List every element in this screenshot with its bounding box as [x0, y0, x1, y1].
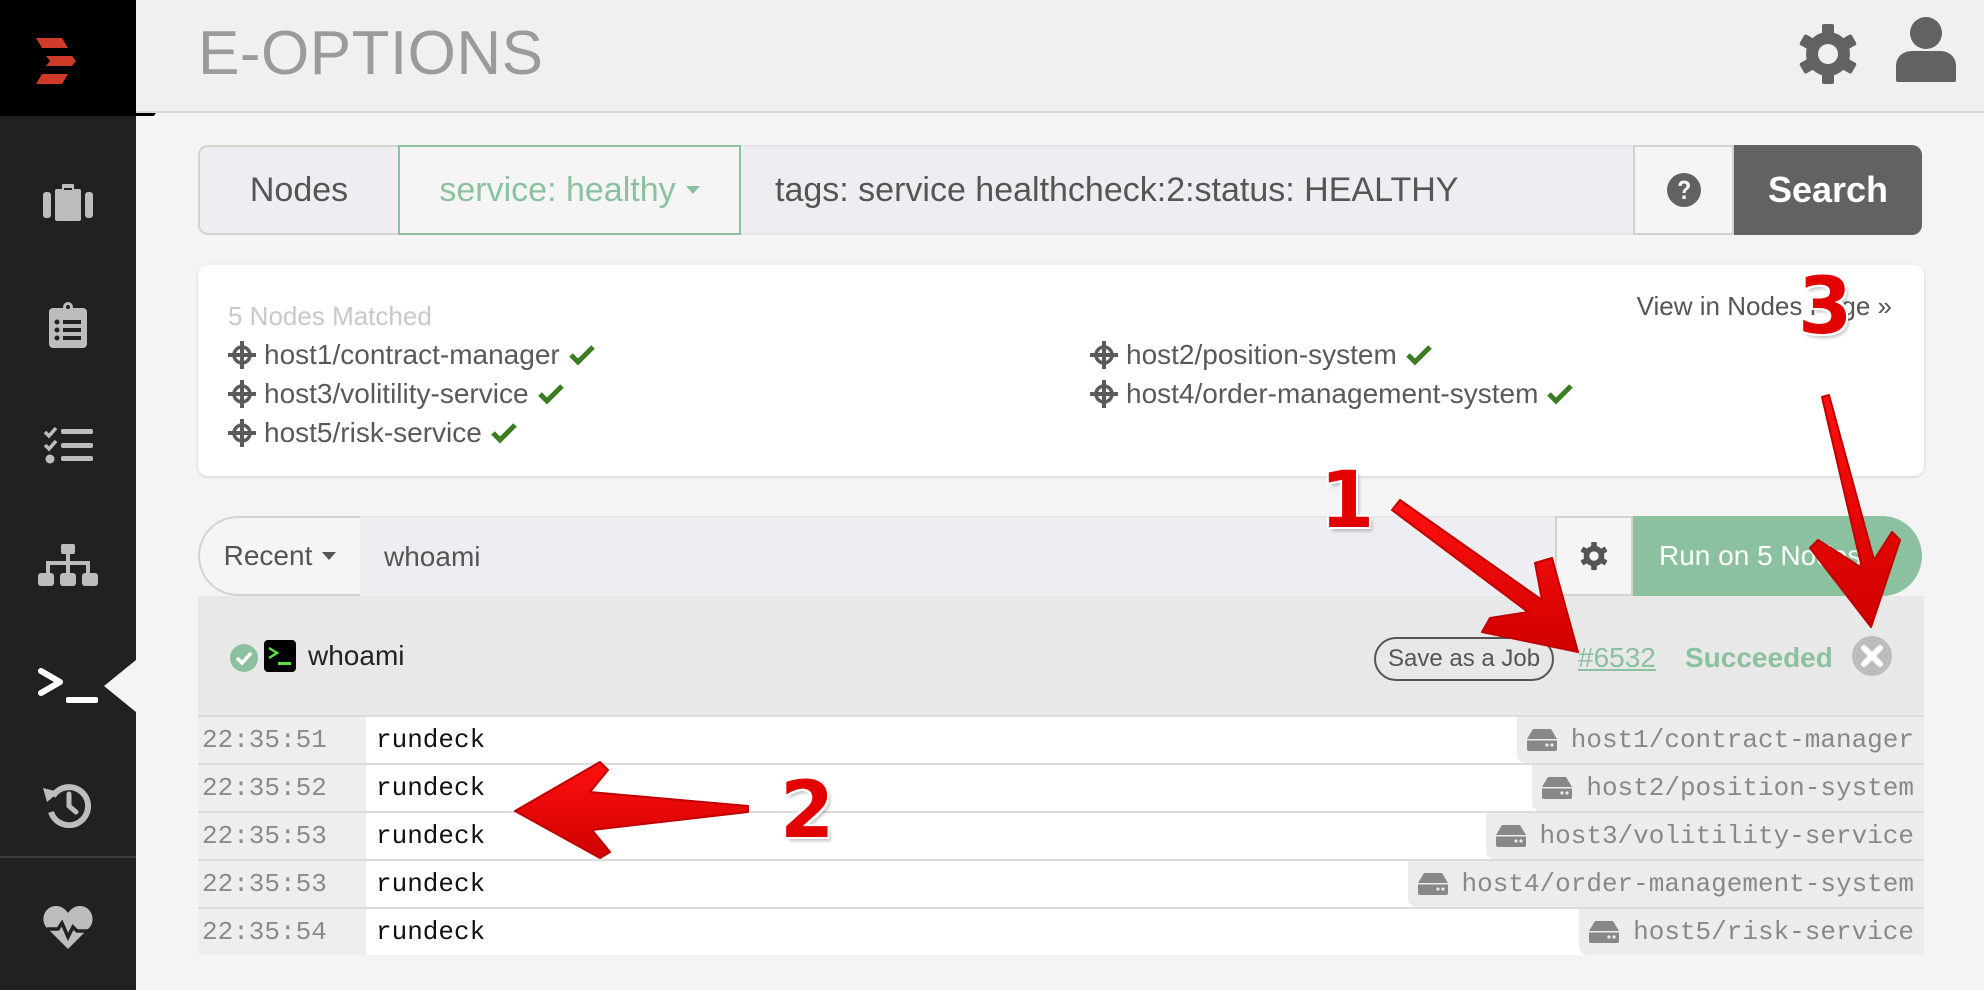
server-icon [1589, 921, 1620, 943]
output-row: 22:35:53 rundeck host4/order-management-… [198, 859, 1924, 907]
clipboard-icon [49, 302, 87, 348]
execution-header: whoami Save as a Job #6532 Succeeded [198, 596, 1924, 715]
output-row: 22:35:54 rundeck host5/risk-service [198, 907, 1924, 955]
saved-filter-dropdown[interactable]: service: healthy [398, 145, 741, 235]
command-value: whoami [384, 541, 481, 572]
server-icon [1526, 729, 1557, 751]
output-time: 22:35:52 [198, 765, 366, 811]
search-button[interactable]: Search [1734, 145, 1922, 235]
nav-divider [0, 856, 136, 858]
page-header: E-OPTIONS [136, 0, 1984, 113]
node-name: host5/risk-service [264, 417, 482, 448]
execution-title: whoami [308, 640, 405, 671]
output-node[interactable]: host4/order-management-system [1407, 861, 1924, 907]
save-as-job-button[interactable]: Save as a Job [1374, 637, 1555, 681]
command-options-button[interactable] [1555, 516, 1633, 596]
heartbeat-icon [43, 906, 93, 949]
command-bar: Recent whoami Run on 5 Nodes [198, 516, 1922, 596]
crosshairs-icon [1090, 341, 1118, 369]
matched-node[interactable]: host4/order-management-system [1090, 378, 1574, 410]
nodes-label: Nodes [198, 145, 398, 235]
rundeck-logo[interactable] [36, 38, 78, 84]
crosshairs-icon [228, 341, 256, 369]
view-in-nodes-page-link[interactable]: View in Nodes Page » [1637, 291, 1892, 322]
sidebar-item-jobs-list[interactable] [0, 395, 136, 495]
user-profile-icon[interactable] [1896, 16, 1956, 84]
output-node[interactable]: host5/risk-service [1579, 909, 1924, 955]
matched-nodes-panel: 5 Nodes Matched View in Nodes Page » hos… [198, 265, 1924, 476]
run-on-nodes-button[interactable]: Run on 5 Nodes [1633, 516, 1922, 596]
output-row: 22:35:51 rundeck host1/contract-manager [198, 715, 1924, 763]
matched-count: 5 Nodes Matched [228, 301, 432, 331]
close-circle-icon[interactable] [1852, 636, 1892, 676]
output-node[interactable]: host1/contract-manager [1516, 717, 1924, 763]
check-icon [1406, 345, 1432, 366]
execution-status: Succeeded [1685, 642, 1833, 673]
settings-gear-icon[interactable] [1796, 22, 1860, 86]
recent-commands-dropdown[interactable]: Recent [198, 516, 360, 596]
output-node-name: host1/contract-manager [1570, 725, 1914, 755]
sitemap-icon [38, 544, 98, 586]
matched-node[interactable]: host3/volitility-service [228, 378, 565, 410]
output-node[interactable]: host3/volitility-service [1485, 813, 1924, 859]
output-node-name: host3/volitility-service [1539, 821, 1914, 851]
server-icon [1417, 873, 1448, 895]
sidebar-item-jobs[interactable] [0, 155, 136, 255]
crosshairs-icon [228, 419, 256, 447]
project-title: E-OPTIONS [198, 19, 544, 88]
crosshairs-icon [1090, 380, 1118, 408]
execution-output: 22:35:51 rundeck host1/contract-manager … [198, 715, 1924, 955]
node-filter-value: tags: service healthcheck:2:status: HEAL… [775, 170, 1459, 209]
command-input[interactable]: whoami [360, 516, 1555, 596]
sidebar-item-activity[interactable] [0, 275, 136, 375]
output-node-name: host4/order-management-system [1461, 869, 1914, 899]
check-icon [537, 384, 564, 405]
execution-result-panel: whoami Save as a Job #6532 Succeeded 22:… [198, 596, 1924, 955]
sidebar-item-health[interactable] [0, 877, 136, 977]
terminal-icon [38, 668, 98, 703]
matched-node[interactable]: host5/risk-service [228, 417, 518, 449]
output-node-name: host5/risk-service [1633, 917, 1914, 947]
crosshairs-icon [228, 380, 256, 408]
recent-label: Recent [223, 540, 313, 571]
output-row: 22:35:52 rundeck host2/position-system [198, 763, 1924, 811]
question-circle-icon [1666, 173, 1701, 207]
output-time: 22:35:53 [198, 813, 366, 859]
check-icon [491, 423, 517, 444]
node-name: host1/contract-manager [264, 339, 560, 370]
terminal-icon [264, 640, 296, 672]
history-icon [43, 784, 92, 828]
node-name: host4/order-management-system [1126, 378, 1539, 409]
output-time: 22:35:51 [198, 717, 366, 763]
output-time: 22:35:54 [198, 909, 366, 955]
active-nav-pointer [104, 660, 136, 712]
success-check-circle-icon [230, 644, 258, 672]
briefcase-icon [43, 184, 93, 221]
output-time: 22:35:53 [198, 861, 366, 907]
task-list-icon [43, 426, 93, 464]
sidebar-item-nodes[interactable] [0, 515, 136, 615]
filter-help-button[interactable] [1633, 145, 1734, 235]
chevron-down-icon [322, 552, 337, 560]
server-icon [1495, 825, 1526, 847]
check-icon [568, 345, 595, 366]
gear-icon [1580, 541, 1608, 571]
node-filter-input[interactable]: tags: service healthcheck:2:status: HEAL… [741, 145, 1633, 235]
sidebar [0, 0, 136, 990]
check-icon [1547, 384, 1574, 405]
chevron-down-icon [685, 186, 700, 194]
execution-id-link[interactable]: #6532 [1578, 642, 1656, 674]
node-name: host3/volitility-service [264, 378, 529, 409]
saved-filter-label: service: healthy [439, 170, 676, 209]
output-node-name: host2/position-system [1586, 773, 1914, 803]
node-filter-bar: Nodes service: healthy tags: service hea… [198, 145, 1922, 235]
node-name: host2/position-system [1126, 339, 1397, 370]
matched-node[interactable]: host2/position-system [1090, 339, 1433, 371]
matched-node[interactable]: host1/contract-manager [228, 339, 596, 371]
server-icon [1542, 777, 1573, 799]
sidebar-item-history[interactable] [0, 755, 136, 855]
output-row: 22:35:53 rundeck host3/volitility-servic… [198, 811, 1924, 859]
output-node[interactable]: host2/position-system [1532, 765, 1924, 811]
